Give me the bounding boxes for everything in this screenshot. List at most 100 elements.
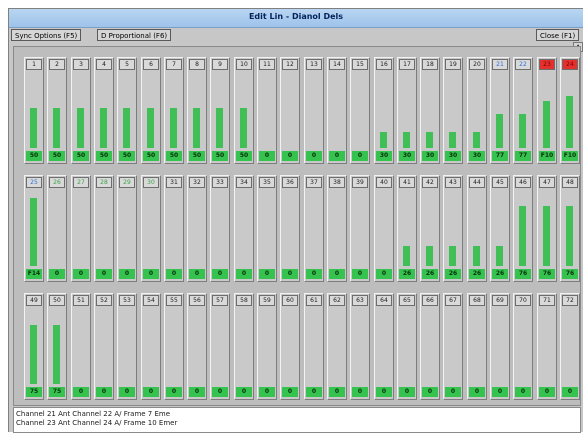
channel-cell[interactable]: 42 26 — [420, 175, 440, 282]
channel-number: 21 — [492, 59, 508, 70]
channel-number: 30 — [143, 177, 159, 188]
channel-cell[interactable]: 2 50 — [47, 57, 67, 164]
channel-cell[interactable]: 12 0 — [280, 57, 300, 164]
channel-cell[interactable]: 28 0 — [94, 175, 114, 282]
channel-cell[interactable]: 48 76 — [560, 175, 580, 282]
channel-cell[interactable]: 57 0 — [210, 293, 230, 400]
channel-cell[interactable]: 9 50 — [210, 57, 230, 164]
channel-cell[interactable]: 59 0 — [257, 293, 277, 400]
channel-cell[interactable]: 18 30 — [420, 57, 440, 164]
channel-cell[interactable]: 550 — [164, 293, 184, 400]
channel-cell[interactable]: 350 — [257, 175, 277, 282]
channel-cell[interactable]: 19 30 — [443, 57, 463, 164]
channel-cell[interactable]: 150 — [350, 57, 370, 164]
channel-value: 0 — [236, 387, 252, 397]
channel-cell[interactable]: 650 — [141, 57, 161, 164]
toolbar: Sync Options (F5) D Proportional (F6) Cl… — [9, 28, 583, 42]
channel-cell[interactable]: 550 — [117, 57, 137, 164]
channel-cell[interactable]: 33 0 — [210, 175, 230, 282]
channel-cell[interactable]: 66 0 — [420, 293, 440, 400]
channel-level-bar — [380, 132, 387, 148]
sync-options-button[interactable]: Sync Options (F5) — [11, 29, 82, 41]
channel-cell[interactable]: 47 76 — [537, 175, 557, 282]
channel-cell[interactable]: 49 75 — [24, 293, 44, 400]
channel-cell[interactable]: 46 76 — [513, 175, 533, 282]
channel-cell[interactable]: 7 50 — [164, 57, 184, 164]
channel-cell[interactable]: 62 0 — [327, 293, 347, 400]
channel-cell[interactable]: 69 0 — [490, 293, 510, 400]
channel-level-bar — [123, 108, 130, 148]
channel-cell[interactable]: 26 0 — [47, 175, 67, 282]
channel-value: 0 — [282, 387, 298, 397]
channel-cell[interactable]: 51 0 — [71, 293, 91, 400]
channel-cell[interactable]: 29 0 — [117, 175, 137, 282]
channel-cell[interactable]: 650 — [397, 293, 417, 400]
channel-cell[interactable]: 67 0 — [443, 293, 463, 400]
channel-cell[interactable]: 70 0 — [513, 293, 533, 400]
channel-cell[interactable]: 43 26 — [443, 175, 463, 282]
channel-cell[interactable]: 13 0 — [304, 57, 324, 164]
channel-cell[interactable]: 23 F10 — [537, 57, 557, 164]
channel-cell[interactable]: 63 0 — [350, 293, 370, 400]
channel-cell[interactable]: 45 26 — [490, 175, 510, 282]
channel-number: 27 — [73, 177, 89, 188]
channel-cell[interactable]: 8 50 — [187, 57, 207, 164]
channel-value: 26 — [469, 269, 485, 279]
channel-cell[interactable]: 71 0 — [537, 293, 557, 400]
close-button[interactable]: Close (F1) — [536, 29, 580, 41]
channel-cell[interactable]: 52 0 — [94, 293, 114, 400]
channel-number: 54 — [143, 295, 159, 306]
channel-cell[interactable]: 32 0 — [187, 175, 207, 282]
channel-cell[interactable]: 24 F10 — [560, 57, 580, 164]
channel-value: 77 — [492, 151, 508, 161]
channel-level-bar — [496, 114, 503, 148]
channel-cell[interactable]: 20 30 — [467, 57, 487, 164]
channel-cell[interactable]: 25 F14 — [24, 175, 44, 282]
channel-value: 0 — [306, 269, 322, 279]
channel-cell[interactable]: 60 0 — [280, 293, 300, 400]
channel-cell[interactable]: 44 26 — [467, 175, 487, 282]
channel-cell[interactable]: 68 0 — [467, 293, 487, 400]
channel-cell[interactable]: 54 0 — [141, 293, 161, 400]
channel-cell[interactable]: 37 0 — [304, 175, 324, 282]
channel-cell[interactable]: 14 0 — [327, 57, 347, 164]
channel-cell[interactable]: 16 30 — [374, 57, 394, 164]
channel-number: 7 — [166, 59, 182, 70]
channel-number: 53 — [119, 295, 135, 306]
title-bar[interactable]: Edit Lin - Dianol Dels — [9, 9, 583, 28]
channel-cell[interactable]: 30 0 — [141, 175, 161, 282]
proportional-button[interactable]: D Proportional (F6) — [97, 29, 172, 41]
channel-cell[interactable]: 17 30 — [397, 57, 417, 164]
channel-cell[interactable]: 41 26 — [397, 175, 417, 282]
channel-number: 35 — [259, 177, 275, 188]
channel-number: 8 — [189, 59, 205, 70]
channel-cell[interactable]: 21 77 — [490, 57, 510, 164]
channel-level-bar — [30, 108, 37, 148]
channel-cell[interactable]: 53 0 — [117, 293, 137, 400]
channel-cell[interactable]: 350 — [71, 57, 91, 164]
channel-cell[interactable]: 39 0 — [350, 175, 370, 282]
channel-cell[interactable]: 11 0 — [257, 57, 277, 164]
channel-value: 0 — [515, 387, 531, 397]
channel-cell[interactable]: 31 0 — [164, 175, 184, 282]
channel-number: 61 — [306, 295, 322, 306]
channel-value: 0 — [422, 387, 438, 397]
channel-cell[interactable]: 22 77 — [513, 57, 533, 164]
channel-level-bar — [240, 108, 247, 148]
channel-cell[interactable]: 4 50 — [94, 57, 114, 164]
channel-cell[interactable]: 56 0 — [187, 293, 207, 400]
channel-cell[interactable]: 34 0 — [234, 175, 254, 282]
channel-cell[interactable]: 58 0 — [234, 293, 254, 400]
channel-cell[interactable]: 36 0 — [280, 175, 300, 282]
channel-cell[interactable]: 50 75 — [47, 293, 67, 400]
channel-cell[interactable]: 150 — [24, 57, 44, 164]
channel-value: 50 — [96, 151, 112, 161]
channel-cell[interactable]: 61 0 — [304, 293, 324, 400]
channel-value: 76 — [515, 269, 531, 279]
channel-cell[interactable]: 27 0 — [71, 175, 91, 282]
channel-cell[interactable]: 10 50 — [234, 57, 254, 164]
channel-cell[interactable]: 64 0 — [374, 293, 394, 400]
channel-cell[interactable]: 40 0 — [374, 175, 394, 282]
channel-cell[interactable]: 38 0 — [327, 175, 347, 282]
channel-cell[interactable]: 72 0 — [560, 293, 580, 400]
